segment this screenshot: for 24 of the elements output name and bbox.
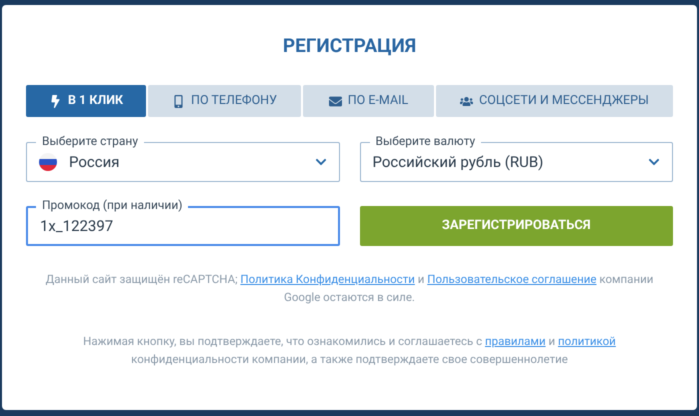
tab[interactable]: ПО E-MAIL <box>303 85 434 117</box>
phone-icon <box>172 94 186 108</box>
tab[interactable]: СОЦСЕТИ И МЕССЕНДЖЕРЫ <box>436 85 673 117</box>
chevron-down-icon <box>648 156 660 168</box>
field-label: Выберите валюту <box>370 133 482 149</box>
link[interactable]: правилами <box>484 334 546 348</box>
select-value: Россия <box>69 152 121 173</box>
link[interactable]: политикой <box>558 334 616 348</box>
envelope-icon <box>328 94 342 108</box>
chevron-down-icon <box>314 156 326 168</box>
field-label: Выберите страну <box>36 133 144 149</box>
link[interactable]: Политика Конфиденциальности <box>240 272 415 286</box>
select-value: Российский рубль (RUB) <box>372 152 544 173</box>
legal-note: Нажимая кнопку, вы подтверждаете, что ознакомились и соглашаетесь с правилами и политикой конфиденциальности компании, а также подтверждаете свое совершеннолетие <box>82 333 617 368</box>
legal-note: Данный сайт защищён reCAPTCHA; Политика Конфиденциальности и Пользовательское соглашение компании Google остаются в силе. <box>44 271 654 306</box>
tab[interactable]: В 1 КЛИК <box>26 85 146 117</box>
register-button[interactable]: ЗАРЕГИСТРИРОВАТЬСЯ <box>360 206 673 246</box>
people-icon <box>460 94 474 108</box>
lightning-icon <box>48 94 62 108</box>
flag-icon <box>39 153 57 171</box>
modal-title: РЕГИСТРАЦИЯ <box>282 33 418 59</box>
field-label: Промокод (при наличии) <box>36 197 188 213</box>
tab[interactable]: ПО ТЕЛЕФОНУ <box>148 85 301 117</box>
link[interactable]: Пользовательское соглашение <box>427 272 596 286</box>
